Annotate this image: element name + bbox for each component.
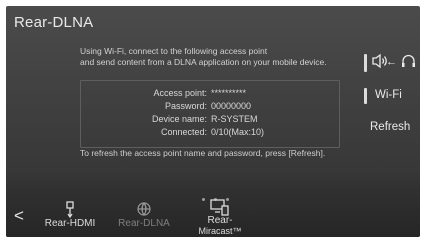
instruction-line-1: Using Wi-Fi, connect to the following ac… [80,46,268,56]
instruction-line-2: and send content from a DLNA application… [80,57,327,67]
wifi-button[interactable]: Wi-Fi [375,89,402,101]
rear-dlna-screen: Rear-DLNA Using Wi-Fi, connect to the fo… [6,6,420,237]
speaker-to-headphone-icon: ← [372,53,415,69]
info-value: 00000000 [211,101,252,111]
refresh-button[interactable]: Refresh [370,121,410,133]
page-title: Rear-DLNA [14,14,94,31]
info-row-connected: Connected: 0/10(Max:10) [81,127,311,139]
info-row-device-name: Device name: R-SYSTEM [81,114,311,126]
info-value: 0/10(Max:10) [211,127,265,137]
tile-label: Rear-HDMI [44,218,96,229]
info-value: R-SYSTEM [211,114,258,124]
source-tile-rear-hdmi[interactable]: Rear-HDMI [40,201,100,237]
info-label: Connected: [160,127,207,137]
source-tile-rear-miracast[interactable]: Rear- Miracast™ [190,198,250,236]
tile-label: Rear- [207,215,233,226]
info-row-access-point: Access point: ********** [81,88,311,100]
tile-label: Rear-DLNA [118,218,170,229]
svg-text:←: ← [386,56,397,68]
info-label: Device name: [151,114,207,124]
tile-label-line-2: Miracast™ [198,226,242,236]
info-label: Access point: [153,88,207,98]
info-value: ********** [211,88,247,98]
audio-output-button[interactable]: ← [372,53,416,72]
connection-info-box: Access point: ********** Password: 00000… [80,80,340,148]
info-row-password: Password: 00000000 [81,101,311,113]
instruction-text: Using Wi-Fi, connect to the following ac… [80,46,350,68]
usb-icon [66,201,74,219]
audio-button-indicator [364,54,367,72]
refresh-hint-text: To refresh the access point name and pas… [80,148,326,158]
back-button[interactable]: < [14,206,24,226]
source-tile-rear-dlna[interactable]: Rear-DLNA [112,201,176,237]
dlna-icon [137,202,151,216]
wifi-button-indicator [364,88,367,104]
info-label: Password: [164,101,207,111]
miracast-icon [210,199,229,216]
